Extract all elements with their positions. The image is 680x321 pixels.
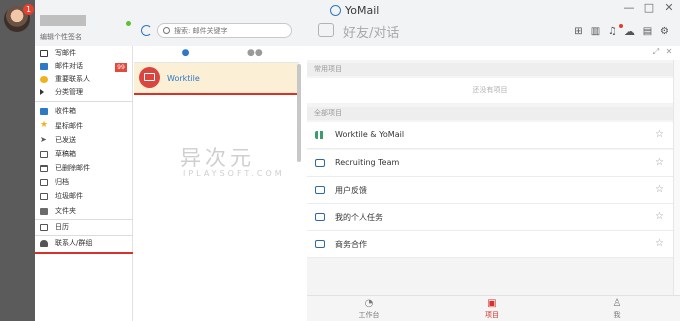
- nav-deleted[interactable]: 已删除邮件: [35, 162, 133, 175]
- project-row[interactable]: 用户反馈 ☆: [307, 177, 673, 204]
- group-tab-icon[interactable]: ●●: [247, 48, 263, 59]
- tray-icon: [315, 240, 325, 248]
- draft-icon: [40, 151, 48, 158]
- list-tabs: [134, 46, 299, 63]
- nav-vip[interactable]: 重要联系人: [35, 73, 133, 86]
- yomail-window: YoMail — □ ✕ 1 编辑个性签名 好友/对话 ⊞ ▥ ♫ ☁ ▤ ⚙ …: [0, 0, 680, 321]
- gear-icon[interactable]: ⚙: [659, 26, 670, 37]
- tray-icon: [315, 186, 325, 194]
- nav-drafts[interactable]: 草稿箱: [35, 148, 133, 161]
- project-row[interactable]: Worktile & YoMail ☆: [307, 122, 673, 149]
- sent-icon: ➤: [40, 135, 47, 144]
- nav-divider: [35, 219, 133, 220]
- nav-category[interactable]: 分类管理: [35, 86, 133, 99]
- nav-starred[interactable]: ★ 星标邮件: [35, 120, 133, 133]
- star-icon[interactable]: ☆: [655, 184, 664, 195]
- chart-icon[interactable]: ▥: [590, 26, 601, 37]
- archive-icon: [40, 179, 48, 186]
- vip-icon: [40, 76, 48, 83]
- nav-calendar[interactable]: 日历: [35, 221, 133, 234]
- nav-archive[interactable]: 归档: [35, 176, 133, 189]
- search-icon: [163, 27, 170, 34]
- common-projects-header: 常用项目: [307, 63, 680, 76]
- refresh-icon[interactable]: [141, 25, 152, 36]
- projects-scrollbar[interactable]: [673, 60, 680, 295]
- project-row[interactable]: 商务合作 ☆: [307, 231, 673, 258]
- nav-divider: [35, 235, 133, 236]
- bell-icon[interactable]: ♫: [607, 26, 618, 37]
- no-projects-text: 还没有项目: [307, 78, 673, 103]
- nav-sent[interactable]: ➤ 已发送: [35, 134, 133, 147]
- project-row[interactable]: 我的个人任务 ☆: [307, 204, 673, 231]
- user-tab-icon[interactable]: ●: [181, 48, 190, 59]
- project-icon: ▣: [487, 298, 497, 309]
- spam-icon: [40, 193, 48, 200]
- person-icon: ♙: [612, 298, 622, 309]
- star-icon: ★: [40, 120, 49, 130]
- nav-spam[interactable]: 垃圾邮件: [35, 190, 133, 203]
- tab-dashboard[interactable]: ◔ 工作台: [339, 298, 399, 320]
- folder-icon: [40, 208, 48, 215]
- left-rail: [0, 0, 35, 321]
- contacts-icon: [40, 240, 48, 247]
- tab-projects[interactable]: ▣ 项目: [462, 298, 522, 320]
- nav-selection-indicator: [35, 252, 133, 254]
- username-redacted: [40, 15, 86, 26]
- mail-chat-badge: 99: [115, 63, 127, 72]
- dashboard-icon: ◔: [364, 298, 374, 309]
- window-title-text: YoMail: [345, 3, 380, 17]
- search-input[interactable]: [174, 25, 284, 36]
- calendar-icon: [40, 224, 48, 231]
- notification-badge: 1: [23, 4, 34, 15]
- yomail-logo-icon: [330, 4, 341, 16]
- star-icon[interactable]: ☆: [655, 157, 664, 168]
- tray-icon: [315, 159, 325, 167]
- cloud-icon[interactable]: ☁: [624, 26, 635, 37]
- chat-icon[interactable]: [318, 23, 334, 37]
- mail-navigation: 写邮件 邮件对话 重要联系人 分类管理 收件箱 ★ 星标邮件 ➤ 已发送 草稿箱…: [35, 46, 133, 321]
- tray-icon: [315, 213, 325, 221]
- window-title: YoMail: [330, 3, 379, 17]
- compose-icon: [40, 50, 48, 57]
- inbox-icon: [40, 108, 48, 115]
- category-icon: [40, 89, 44, 95]
- document-icon[interactable]: ▤: [642, 26, 653, 37]
- nav-folders[interactable]: 文件夹: [35, 205, 133, 218]
- qr-icon: [315, 131, 325, 139]
- grid-icon[interactable]: ⊞: [573, 26, 584, 37]
- star-icon[interactable]: ☆: [655, 238, 664, 249]
- projects-panel-header: [307, 46, 680, 60]
- list-scrollbar[interactable]: [297, 64, 301, 162]
- minimize-button[interactable]: —: [622, 2, 636, 14]
- tab-me[interactable]: ♙ 我: [587, 298, 647, 320]
- close-button[interactable]: ✕: [662, 2, 676, 14]
- list-item-title: Worktile: [167, 74, 200, 83]
- mail-chat-icon: [40, 63, 48, 70]
- online-status-icon: [126, 21, 131, 26]
- bell-notification-dot: [619, 24, 623, 28]
- star-icon[interactable]: ☆: [655, 129, 664, 140]
- worktile-logo-icon: [139, 67, 160, 88]
- star-icon[interactable]: ☆: [655, 211, 664, 222]
- project-row[interactable]: Recruiting Team ☆: [307, 150, 673, 177]
- chat-title[interactable]: 好友/对话: [343, 22, 399, 41]
- all-projects-header: 全部项目: [307, 107, 680, 120]
- trash-icon: [40, 165, 48, 172]
- watermark: 异次元: [180, 146, 255, 170]
- nav-contacts[interactable]: 联系人/群组: [35, 237, 133, 250]
- signature-edit[interactable]: 编辑个性签名: [40, 32, 82, 42]
- expand-icon[interactable]: ⤢: [652, 48, 660, 56]
- nav-compose[interactable]: 写邮件: [35, 47, 133, 60]
- watermark-url: IPLAYSOFT.COM: [183, 169, 285, 178]
- panel-close-icon[interactable]: ✕: [665, 48, 673, 56]
- maximize-button[interactable]: □: [642, 2, 656, 14]
- nav-divider: [35, 101, 133, 102]
- nav-inbox[interactable]: 收件箱: [35, 105, 133, 118]
